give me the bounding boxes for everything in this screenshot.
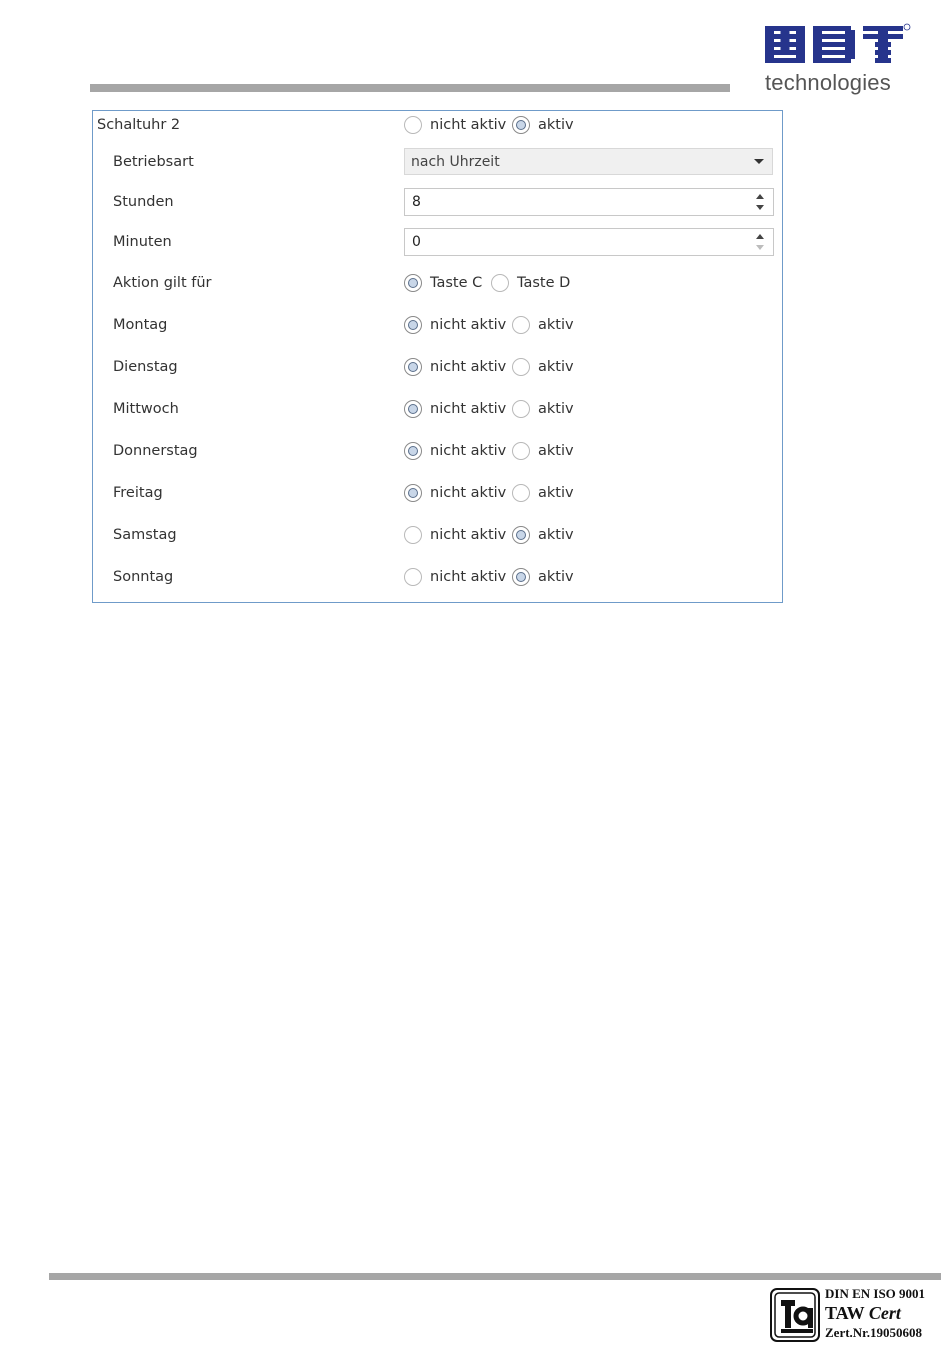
betriebsart-label: Betriebsart	[113, 153, 194, 170]
radio-circle	[404, 484, 422, 502]
header-rule	[90, 84, 730, 92]
iso-certificate: DIN EN ISO 9001 TAW Cert Zert.Nr.1905060…	[770, 1286, 940, 1346]
day-label: Dienstag	[113, 359, 178, 375]
radio-circle	[404, 274, 422, 292]
radio-circle	[404, 442, 422, 460]
radio-circle	[404, 116, 422, 134]
row-dienstag: Dienstag nicht aktiv aktiv	[93, 353, 782, 381]
stunden-value: 8	[412, 194, 421, 210]
radio-label: nicht aktiv	[430, 485, 507, 501]
day-label: Mittwoch	[113, 401, 179, 417]
radio-circle	[404, 568, 422, 586]
taw-cert-logo	[770, 1288, 820, 1342]
day-label: Freitag	[113, 485, 163, 501]
radio-label: aktiv	[538, 485, 574, 501]
radio-circle	[491, 274, 509, 292]
radio-label: aktiv	[538, 443, 574, 459]
minuten-label: Minuten	[113, 234, 172, 250]
spin-up-icon[interactable]	[756, 194, 764, 199]
radio-label: aktiv	[538, 317, 574, 333]
minuten-value: 0	[412, 234, 421, 250]
radio-label: aktiv	[538, 359, 574, 375]
radio-label: nicht aktiv	[430, 117, 507, 133]
radio-label: nicht aktiv	[430, 527, 507, 543]
day-label: Sonntag	[113, 569, 174, 585]
schaltuhr-nicht-aktiv-radio[interactable]: nicht aktiv	[404, 115, 506, 135]
cert-taw: TAW	[825, 1303, 865, 1323]
schaltuhr-panel: Schaltuhr 2 nicht aktiv aktiv Betriebsar…	[92, 110, 783, 603]
freitag-nicht-aktiv-radio[interactable]: nicht aktiv	[404, 483, 506, 503]
day-label: Samstag	[113, 527, 177, 543]
radio-label: Taste C	[430, 275, 483, 291]
logo-text: technologies	[765, 70, 891, 95]
radio-circle	[512, 568, 530, 586]
cert-line-3: Zert.Nr.19050608	[825, 1325, 923, 1340]
spin-down-icon[interactable]	[756, 245, 764, 250]
dienstag-aktiv-radio[interactable]: aktiv	[512, 357, 574, 377]
radio-circle	[512, 400, 530, 418]
radio-circle	[512, 442, 530, 460]
sonntag-nicht-aktiv-radio[interactable]: nicht aktiv	[404, 567, 506, 587]
radio-circle	[404, 526, 422, 544]
footer-rule	[49, 1273, 941, 1280]
betriebsart-value: nach Uhrzeit	[411, 153, 500, 170]
radio-label: nicht aktiv	[430, 401, 507, 417]
radio-label: aktiv	[538, 569, 574, 585]
day-label: Donnerstag	[113, 443, 198, 459]
cert-word: Cert	[868, 1303, 901, 1323]
dienstag-nicht-aktiv-radio[interactable]: nicht aktiv	[404, 357, 506, 377]
row-montag: Montag nicht aktiv aktiv	[93, 311, 782, 339]
aktion-taste-d-radio[interactable]: Taste D	[491, 273, 570, 293]
montag-nicht-aktiv-radio[interactable]: nicht aktiv	[404, 315, 506, 335]
aktion-label: Aktion gilt für	[113, 275, 212, 291]
radio-label: Taste D	[517, 275, 571, 291]
spin-up-icon[interactable]	[756, 234, 764, 239]
mittwoch-nicht-aktiv-radio[interactable]: nicht aktiv	[404, 399, 506, 419]
schaltuhr-aktiv-radio[interactable]: aktiv	[512, 115, 574, 135]
radio-circle	[512, 358, 530, 376]
radio-circle	[512, 316, 530, 334]
radio-label: nicht aktiv	[430, 569, 507, 585]
donnerstag-aktiv-radio[interactable]: aktiv	[512, 441, 574, 461]
radio-label: aktiv	[538, 117, 574, 133]
radio-label: nicht aktiv	[430, 317, 507, 333]
montag-aktiv-radio[interactable]: aktiv	[512, 315, 574, 335]
aktion-taste-c-radio[interactable]: Taste C	[404, 273, 482, 293]
radio-circle	[512, 526, 530, 544]
row-donnerstag: Donnerstag nicht aktiv aktiv	[93, 437, 782, 465]
row-sonntag: Sonntag nicht aktiv aktiv	[93, 563, 782, 591]
spin-down-icon[interactable]	[756, 205, 764, 210]
row-freitag: Freitag nicht aktiv aktiv	[93, 479, 782, 507]
sonntag-aktiv-radio[interactable]: aktiv	[512, 567, 574, 587]
radio-label: nicht aktiv	[430, 359, 507, 375]
radio-circle	[512, 484, 530, 502]
row-schaltuhr: Schaltuhr 2 nicht aktiv aktiv	[93, 111, 782, 139]
radio-label: aktiv	[538, 527, 574, 543]
chevron-down-icon	[754, 159, 764, 164]
betriebsart-select[interactable]: nach Uhrzeit	[404, 148, 773, 175]
radio-label: aktiv	[538, 401, 574, 417]
donnerstag-nicht-aktiv-radio[interactable]: nicht aktiv	[404, 441, 506, 461]
row-mittwoch: Mittwoch nicht aktiv aktiv	[93, 395, 782, 423]
radio-label: nicht aktiv	[430, 443, 507, 459]
stunden-label: Stunden	[113, 194, 174, 210]
samstag-nicht-aktiv-radio[interactable]: nicht aktiv	[404, 525, 506, 545]
panel-title: Schaltuhr 2	[97, 117, 181, 133]
radio-circle	[404, 400, 422, 418]
day-label: Montag	[113, 317, 168, 333]
radio-circle	[404, 358, 422, 376]
cert-text: DIN EN ISO 9001 TAW Cert Zert.Nr.1905060…	[825, 1286, 925, 1341]
row-aktion: Aktion gilt für Taste C Taste D	[93, 269, 782, 297]
samstag-aktiv-radio[interactable]: aktiv	[512, 525, 574, 545]
cert-line-2: TAW Cert	[825, 1303, 925, 1324]
radio-circle	[512, 116, 530, 134]
row-samstag: Samstag nicht aktiv aktiv	[93, 521, 782, 549]
cert-line-1: DIN EN ISO 9001	[825, 1286, 926, 1301]
stunden-stepper[interactable]: 8	[404, 188, 774, 216]
radio-circle	[404, 316, 422, 334]
mittwoch-aktiv-radio[interactable]: aktiv	[512, 399, 574, 419]
minuten-stepper[interactable]: 0	[404, 228, 774, 256]
freitag-aktiv-radio[interactable]: aktiv	[512, 483, 574, 503]
